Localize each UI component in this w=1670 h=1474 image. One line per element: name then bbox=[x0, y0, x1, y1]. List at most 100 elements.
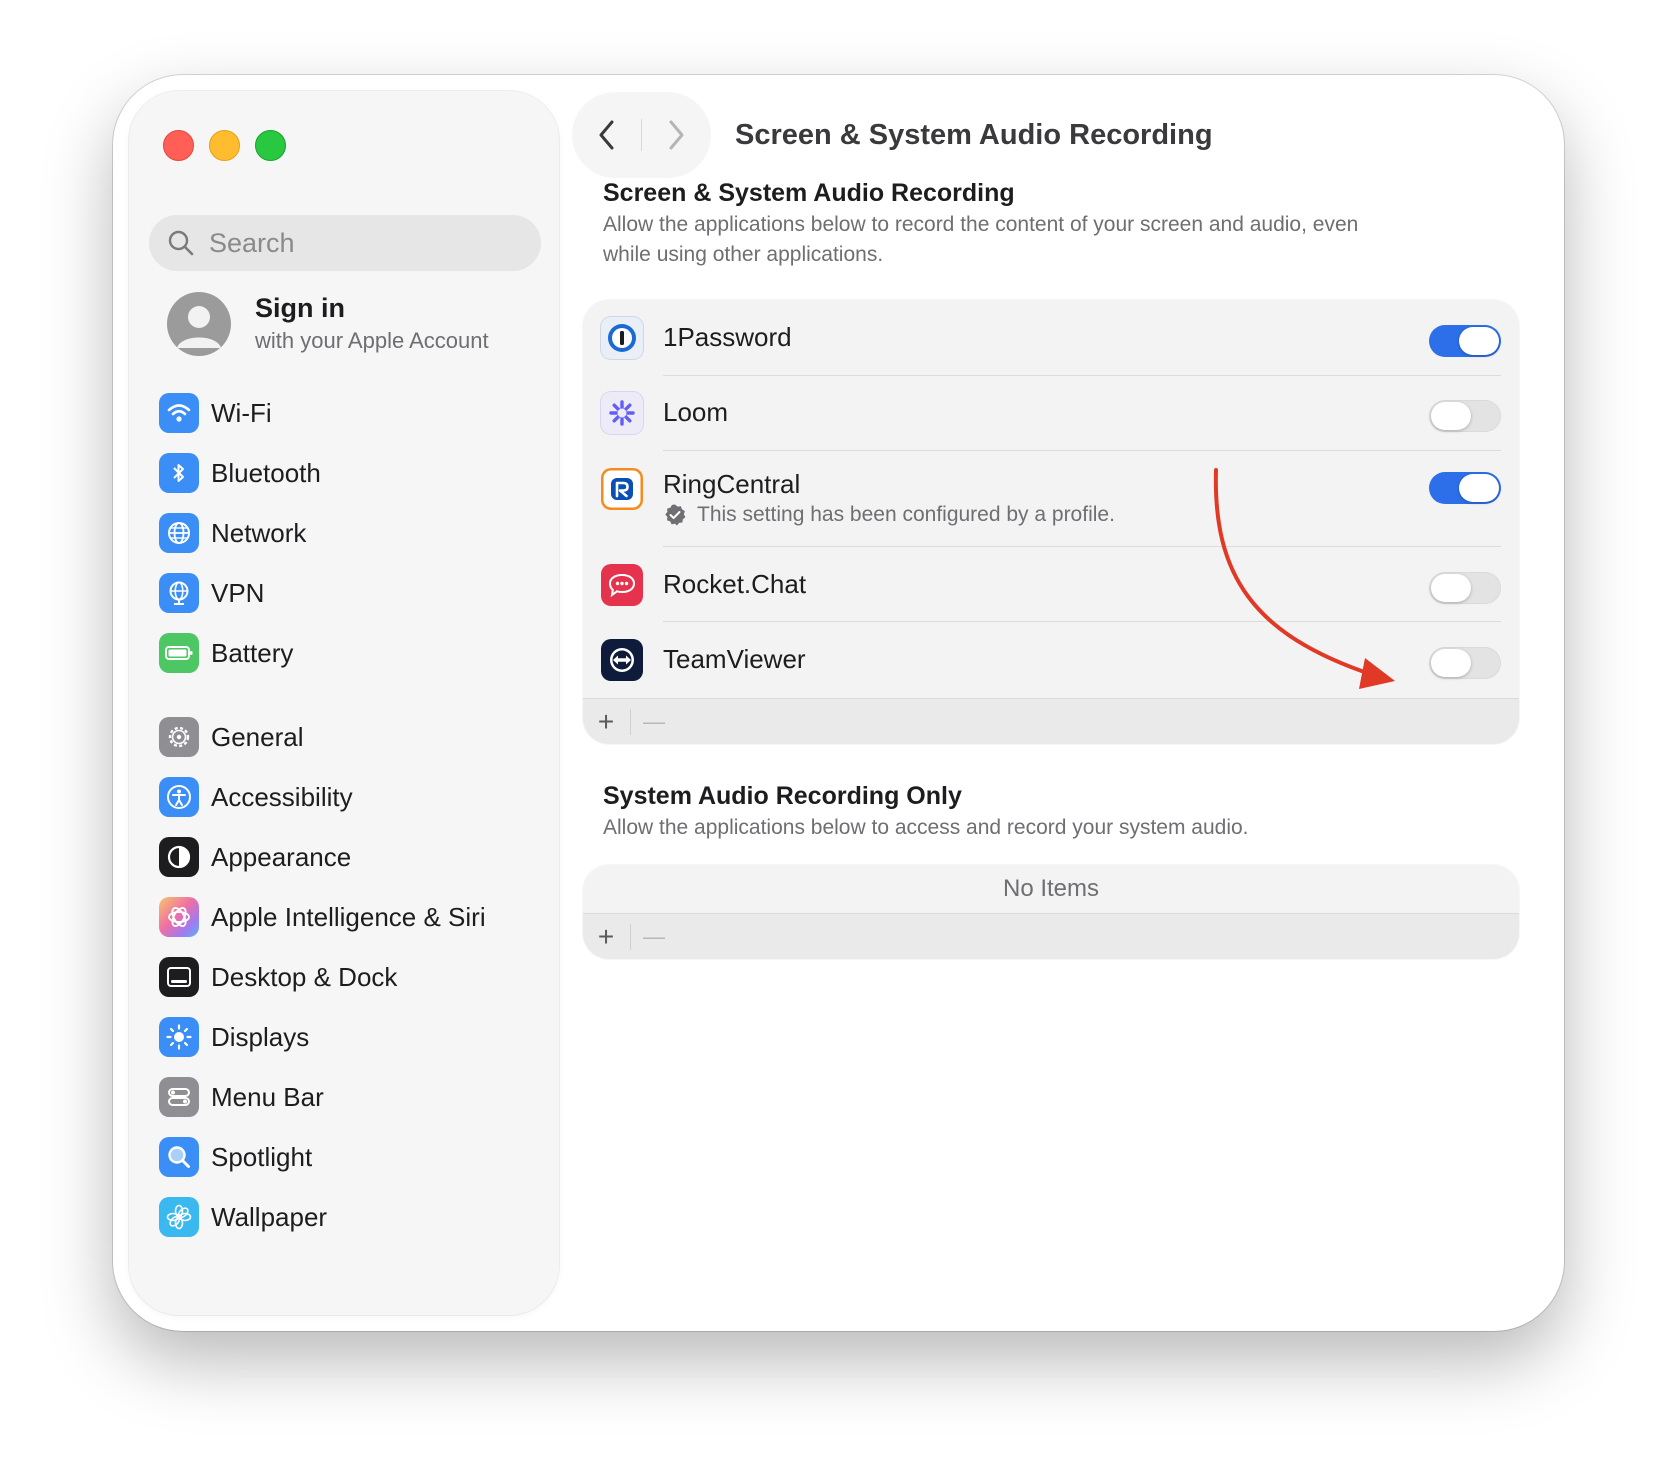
screen-recording-section-description: Allow the applications below to record t… bbox=[603, 210, 1503, 270]
list-item-1password: 1Password bbox=[583, 300, 1519, 376]
chevron-left-icon bbox=[599, 120, 614, 150]
minimize-window-button[interactable] bbox=[209, 130, 240, 161]
forward-button[interactable] bbox=[642, 93, 710, 177]
remove-app-button[interactable]: — bbox=[631, 699, 677, 744]
navigation-buttons bbox=[573, 93, 710, 177]
sidebar-item-spotlight[interactable]: Spotlight bbox=[159, 1130, 549, 1184]
sidebar-item-battery[interactable]: Battery bbox=[159, 626, 549, 680]
add-app-button[interactable]: + bbox=[583, 699, 629, 744]
account-title: Sign in bbox=[255, 293, 345, 323]
description-line: while using other applications. bbox=[603, 243, 884, 266]
bluetooth-icon bbox=[159, 453, 199, 493]
globe-icon bbox=[159, 513, 199, 553]
back-button[interactable] bbox=[573, 93, 641, 177]
sidebar-item-label: General bbox=[211, 721, 304, 752]
app-name: TeamViewer bbox=[663, 644, 806, 674]
loom-icon bbox=[601, 392, 643, 434]
close-window-button[interactable] bbox=[163, 130, 194, 161]
sidebar-item-accessibility[interactable]: Accessibility bbox=[159, 770, 549, 824]
toggle-rocketchat[interactable] bbox=[1429, 572, 1501, 604]
sidebar-item-label: Bluetooth bbox=[211, 457, 321, 488]
app-name: Rocket.Chat bbox=[663, 569, 807, 599]
managed-badge-icon bbox=[665, 504, 686, 526]
apple-account-sign-in[interactable]: Sign in with your Apple Account bbox=[167, 289, 547, 359]
menu-bar-icon bbox=[159, 1077, 199, 1117]
page-title: Screen & System Audio Recording bbox=[735, 119, 1213, 151]
list-footer: + — bbox=[583, 698, 1519, 744]
sidebar-item-wallpaper[interactable]: Wallpaper bbox=[159, 1190, 549, 1244]
settings-window: Sign in with your Apple Account Wi-Fi Bl… bbox=[113, 75, 1564, 1331]
app-name: 1Password bbox=[663, 322, 792, 352]
list-footer: + — bbox=[583, 913, 1519, 959]
sidebar-item-wifi[interactable]: Wi-Fi bbox=[159, 386, 549, 440]
sidebar-item-apple-intelligence[interactable]: Apple Intelligence & Siri bbox=[159, 890, 549, 944]
sidebar: Sign in with your Apple Account Wi-Fi Bl… bbox=[129, 91, 559, 1315]
avatar bbox=[167, 292, 231, 356]
rocketchat-icon bbox=[601, 564, 643, 606]
toggle-ringcentral[interactable] bbox=[1429, 472, 1501, 504]
appearance-icon bbox=[159, 837, 199, 877]
sidebar-item-label: Desktop & Dock bbox=[211, 961, 398, 992]
sidebar-item-label: VPN bbox=[211, 577, 265, 608]
search-icon bbox=[168, 230, 194, 256]
list-item-rocketchat: Rocket.Chat bbox=[583, 547, 1519, 622]
dock-icon bbox=[159, 957, 199, 997]
zoom-window-button[interactable] bbox=[255, 130, 286, 161]
screen-recording-app-list: 1Password Loom RingCentral This setting … bbox=[583, 300, 1519, 744]
sidebar-item-label: Menu Bar bbox=[211, 1081, 324, 1112]
list-item-teamviewer: TeamViewer bbox=[583, 622, 1519, 698]
sidebar-item-label: Wi-Fi bbox=[211, 397, 272, 428]
app-name: RingCentral bbox=[663, 469, 801, 499]
description-line: Allow the applications below to record t… bbox=[603, 213, 1359, 236]
sidebar-item-displays[interactable]: Displays bbox=[159, 1010, 549, 1064]
sidebar-item-label: Network bbox=[211, 517, 307, 548]
sidebar-item-vpn[interactable]: VPN bbox=[159, 566, 549, 620]
onepassword-icon bbox=[601, 317, 643, 359]
search-input[interactable] bbox=[207, 226, 511, 260]
sidebar-item-label: Displays bbox=[211, 1021, 310, 1052]
person-icon bbox=[177, 306, 221, 348]
toggle-loom[interactable] bbox=[1429, 400, 1501, 432]
sidebar-item-label: Wallpaper bbox=[211, 1201, 328, 1232]
list-item-loom: Loom bbox=[583, 376, 1519, 451]
account-subtitle: with your Apple Account bbox=[255, 328, 489, 353]
audio-recording-section-description: Allow the applications below to access a… bbox=[603, 816, 1249, 839]
accessibility-icon bbox=[159, 777, 199, 817]
audio-recording-app-list: No Items + — bbox=[583, 865, 1519, 959]
sidebar-item-network[interactable]: Network bbox=[159, 506, 549, 560]
remove-audio-app-button[interactable]: — bbox=[631, 914, 677, 959]
sidebar-item-label: Battery bbox=[211, 637, 294, 668]
sidebar-item-desktop-dock[interactable]: Desktop & Dock bbox=[159, 950, 549, 1004]
sun-icon bbox=[159, 1017, 199, 1057]
toolbar: Screen & System Audio Recording bbox=[573, 93, 1543, 181]
empty-list-label: No Items bbox=[1002, 875, 1100, 902]
screen-recording-section-title: Screen & System Audio Recording bbox=[603, 179, 1015, 207]
audio-recording-section-title: System Audio Recording Only bbox=[603, 782, 962, 810]
search-field[interactable] bbox=[149, 215, 541, 271]
sidebar-item-label: Apple Intelligence & Siri bbox=[211, 901, 486, 932]
chevron-right-icon bbox=[669, 120, 684, 150]
sidebar-item-label: Spotlight bbox=[211, 1141, 313, 1172]
app-name: Loom bbox=[663, 397, 729, 427]
profile-managed-note: This setting has been configured by a pr… bbox=[663, 503, 1115, 527]
toggle-teamviewer[interactable] bbox=[1429, 647, 1501, 679]
list-item-ringcentral: RingCentral This setting has been config… bbox=[583, 451, 1519, 547]
vpn-globe-icon bbox=[159, 573, 199, 613]
gear-icon bbox=[159, 717, 199, 757]
sidebar-item-general[interactable]: General bbox=[159, 710, 549, 764]
siri-icon bbox=[159, 897, 199, 937]
add-audio-app-button[interactable]: + bbox=[583, 914, 629, 959]
magnifier-icon bbox=[159, 1137, 199, 1177]
toggle-1password[interactable] bbox=[1429, 325, 1501, 357]
sidebar-item-label: Appearance bbox=[211, 841, 352, 872]
ringcentral-icon bbox=[601, 468, 643, 510]
profile-note-text: This setting has been configured by a pr… bbox=[697, 503, 1115, 526]
sidebar-item-menu-bar[interactable]: Menu Bar bbox=[159, 1070, 549, 1124]
sidebar-item-label: Accessibility bbox=[211, 781, 353, 812]
sidebar-item-appearance[interactable]: Appearance bbox=[159, 830, 549, 884]
teamviewer-icon bbox=[601, 639, 643, 681]
battery-icon bbox=[159, 633, 199, 673]
flower-icon bbox=[159, 1197, 199, 1237]
sidebar-item-bluetooth[interactable]: Bluetooth bbox=[159, 446, 549, 500]
wifi-icon bbox=[159, 393, 199, 433]
